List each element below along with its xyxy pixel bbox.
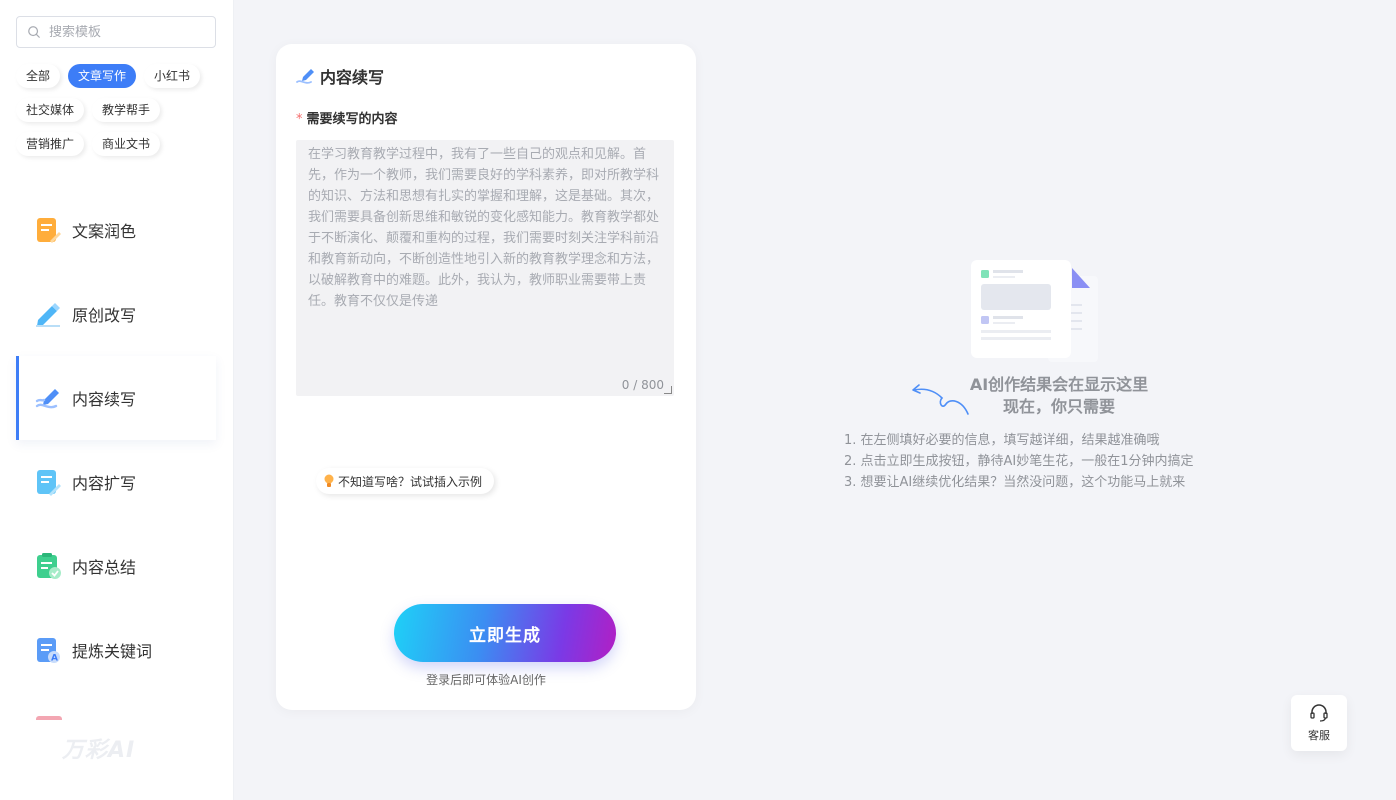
tag-business-docs[interactable]: 商业文书 xyxy=(92,132,161,156)
content-field-label: * 需要续写的内容 xyxy=(296,108,398,127)
document-search-icon: A xyxy=(34,636,62,664)
tag-all[interactable]: 全部 xyxy=(16,64,61,88)
char-counter: 0 / 800 xyxy=(621,378,664,392)
menu-item-label: 原创改写 xyxy=(72,306,137,325)
form-title-text: 内容续写 xyxy=(320,68,385,87)
required-mark: * xyxy=(296,112,303,127)
svg-text:A: A xyxy=(51,654,58,664)
empty-document-illustration xyxy=(971,260,1098,362)
content-textarea-wrap: 0 / 800 xyxy=(296,140,674,396)
empty-state-title-line: AI创作结果会在显示这里 xyxy=(969,375,1149,394)
insert-example-button[interactable]: 不知道写啥？试试插入示例 xyxy=(316,468,495,494)
resize-handle[interactable] xyxy=(664,386,672,394)
menu-item-keywords[interactable]: A 提炼关键词 xyxy=(16,608,216,692)
tag-article-writing[interactable]: 文章写作 xyxy=(68,64,137,88)
login-tip: 登录后即可体验AI创作 xyxy=(426,673,546,687)
generate-button[interactable]: 立即生成 xyxy=(394,604,616,662)
empty-state-title-line: 现在，你只需要 xyxy=(1002,397,1115,416)
document-expand-icon xyxy=(34,468,62,496)
menu-item-label: 提炼关键词 xyxy=(72,642,153,661)
tag-xiaohongshu[interactable]: 小红书 xyxy=(144,64,201,88)
insert-example-label: 不知道写啥？试试插入示例 xyxy=(338,474,483,489)
usage-tips: 1. 在左侧填好必要的信息，填写越详细，结果越准确哦 2. 点击立即生成按钮，静… xyxy=(844,430,1194,493)
menu-item-label: 内容总结 xyxy=(72,558,137,577)
tag-social-media[interactable]: 社交媒体 xyxy=(16,98,85,122)
customer-service-button[interactable]: 客服 xyxy=(1291,695,1347,751)
category-tags: 全部 文章写作 小红书 社交媒体 教学帮手 营销推广 商业文书 xyxy=(16,64,226,166)
template-menu: 文案润色 原创改写 内容续写 内容扩写 内容总结 A 提炼关键词 xyxy=(16,188,216,692)
menu-item-rewrite[interactable]: 原创改写 xyxy=(16,272,216,356)
search-icon xyxy=(28,26,40,38)
menu-item-partial-icon xyxy=(36,716,62,720)
menu-item-label: 内容续写 xyxy=(72,390,137,409)
headset-icon xyxy=(1310,704,1328,722)
document-edit-icon xyxy=(34,216,62,244)
menu-item-label: 内容扩写 xyxy=(72,474,137,493)
empty-state-title: AI创作结果会在显示这里 现在，你只需要 xyxy=(900,374,1218,418)
menu-item-label: 文案润色 xyxy=(72,222,137,241)
lightbulb-icon xyxy=(324,474,334,487)
tip-item: 3. 想要让AI继续优化结果？当然没问题，这个功能马上就来 xyxy=(844,475,1186,490)
tag-row: 社交媒体 教学帮手 xyxy=(16,98,226,122)
search-input[interactable] xyxy=(49,24,209,40)
tag-teaching-helper[interactable]: 教学帮手 xyxy=(92,98,161,122)
form-card: 内容续写 *需要续写的内容 0 / 800 不知道写啥？试试插入示例 立即生成 … xyxy=(276,44,696,710)
menu-item-continue[interactable]: 内容续写 xyxy=(16,356,216,440)
tag-marketing[interactable]: 营销推广 xyxy=(16,132,85,156)
brand-logo: 万彩AI xyxy=(62,738,136,763)
clipboard-check-icon xyxy=(34,552,62,580)
tip-item: 2. 点击立即生成按钮，静待AI妙笔生花，一般在1分钟内搞定 xyxy=(844,454,1194,469)
search-box[interactable] xyxy=(16,16,216,48)
form-title: 内容续写 xyxy=(296,64,384,88)
customer-service-label: 客服 xyxy=(1308,729,1330,742)
content-field-label-text: 需要续写的内容 xyxy=(306,112,398,127)
content-textarea[interactable] xyxy=(296,140,674,396)
menu-item-expand[interactable]: 内容扩写 xyxy=(16,440,216,524)
pen-continue-icon xyxy=(296,69,314,84)
tag-row: 全部 文章写作 小红书 xyxy=(16,64,226,88)
menu-item-summary[interactable]: 内容总结 xyxy=(16,524,216,608)
pen-continue-icon xyxy=(34,384,62,412)
pencil-icon xyxy=(34,300,62,328)
sidebar: 全部 文章写作 小红书 社交媒体 教学帮手 营销推广 商业文书 文案润色 原创改… xyxy=(0,0,234,800)
tag-row: 营销推广 商业文书 xyxy=(16,132,226,156)
menu-item-polish[interactable]: 文案润色 xyxy=(16,188,216,272)
tip-item: 1. 在左侧填好必要的信息，填写越详细，结果越准确哦 xyxy=(844,433,1160,448)
